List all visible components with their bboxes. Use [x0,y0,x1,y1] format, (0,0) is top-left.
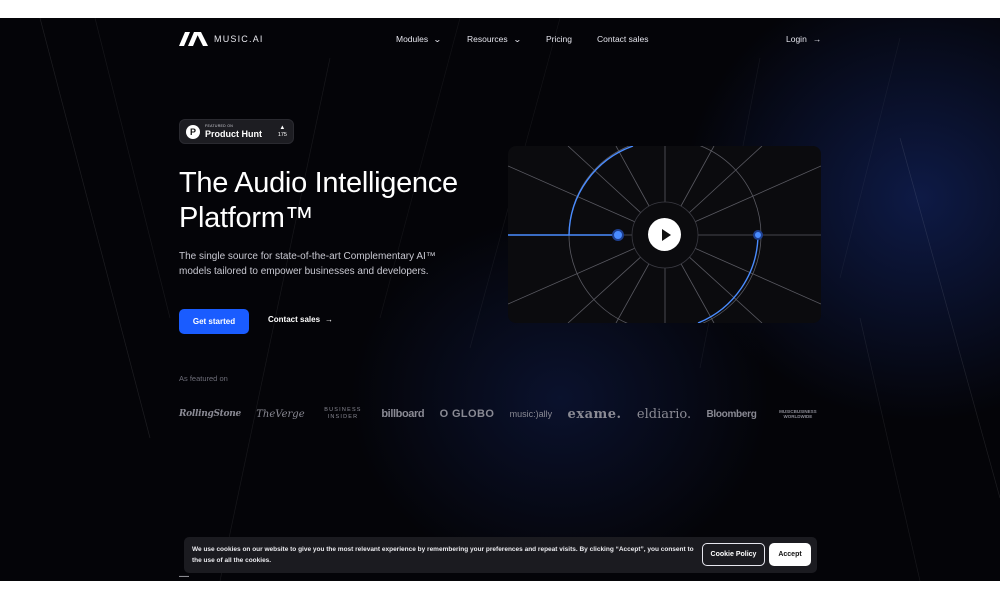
page-viewport: MUSIC.AI Modules ⌄ Resources ⌄ Pricing C… [0,18,1000,581]
accept-cookies-button[interactable]: Accept [769,543,811,566]
cookie-policy-button[interactable]: Cookie Policy [702,543,765,566]
exame-logo: exame. [567,406,622,422]
triangle-up-icon: ▲ [279,124,286,131]
hero-headline: The Audio Intelligence Platform™ [179,166,509,236]
product-hunt-badge[interactable]: P FEATURED ON Product Hunt ▲ 175 [179,119,294,144]
contact-sales-button[interactable]: Contact sales → [268,315,333,324]
music-business-worldwide-logo: MUSICBUSINESS WORLDWIDE [779,409,817,419]
billboard-logo: billboard [381,408,425,420]
nav-modules[interactable]: Modules ⌄ [396,34,442,44]
cookie-banner: We use cookies on our website to give yo… [184,537,817,573]
top-nav: MUSIC.AI Modules ⌄ Resources ⌄ Pricing C… [0,18,1000,60]
get-started-label: Get started [192,317,236,326]
play-button[interactable] [648,218,681,251]
login-link[interactable]: Login → [786,34,821,44]
cookie-policy-label: Cookie Policy [710,551,757,558]
chevron-down-icon: ⌄ [512,34,522,44]
arrow-right-icon: → [325,315,334,324]
badge-vote-count: 175 [277,131,287,138]
headline-line-2: Platform™ [179,202,314,234]
nav-pricing-label: Pricing [546,34,572,44]
nav-resources[interactable]: Resources ⌄ [467,34,522,44]
chevron-down-icon: ⌄ [433,34,442,44]
contact-sales-label: Contact sales [268,315,321,324]
bloomberg-logo: Bloomberg [706,408,757,420]
login-label: Login [786,34,807,44]
featured-label: As featured on [179,374,228,383]
theverge-logo: TheVerge [256,408,305,420]
nav-contact-sales[interactable]: Contact sales [597,34,649,44]
brand-logo[interactable]: MUSIC.AI [179,32,264,46]
press-logos: RollingStone TheVerge BUSINESS INSIDER b… [179,403,824,425]
nav-pricing[interactable]: Pricing [546,34,572,44]
arrow-right-icon: → [812,34,822,44]
music-ai-logo-icon [179,32,208,46]
background-streaks [39,18,1000,581]
hero-subtext: The single source for state-of-the-art C… [179,251,436,277]
eldiario-logo: eldiario. [636,406,692,422]
get-started-button[interactable]: Get started [179,309,249,334]
headline-line-1: The Audio Intelligence [179,167,458,199]
musically-logo: music:)ally [509,409,553,419]
cookie-message: We use cookies on our website to give yo… [192,546,694,564]
badge-name: Product Hunt [205,129,262,139]
nav-contact-sales-label: Contact sales [597,34,649,44]
play-icon [661,228,671,241]
brand-name: MUSIC.AI [214,34,264,44]
product-hunt-icon: P [186,124,200,139]
business-insider-logo: BUSINESS INSIDER [324,407,362,420]
accept-label: Accept [778,551,802,558]
nav-resources-label: Resources [467,34,508,44]
nav-modules-label: Modules [396,34,429,44]
oglobo-logo: O GLOBO [439,408,495,420]
rollingstone-logo: RollingStone [179,409,241,419]
